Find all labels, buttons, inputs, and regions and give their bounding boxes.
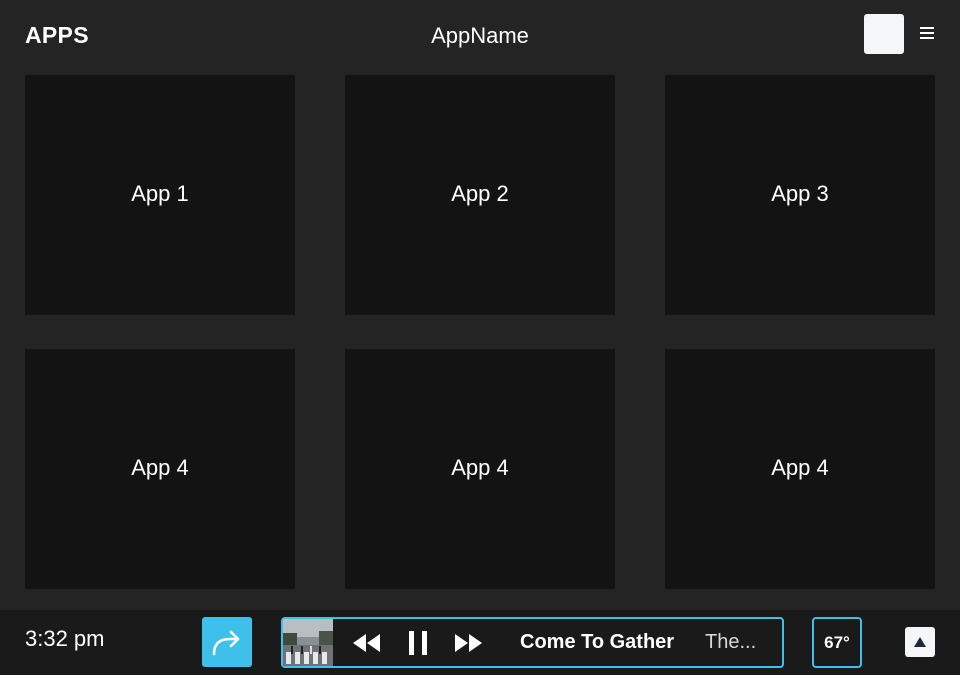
media-player[interactable]: Come To Gather The... <box>281 617 784 668</box>
rewind-button[interactable] <box>351 627 383 659</box>
app-tile-label: App 4 <box>131 454 189 480</box>
temperature-value: 67° <box>824 632 850 652</box>
navigation-button[interactable] <box>202 617 252 667</box>
fast-forward-icon <box>455 634 482 652</box>
app-tile-2[interactable]: App 2 <box>345 75 615 315</box>
app-tile-label: App 3 <box>771 180 829 206</box>
app-tile-5[interactable]: App 4 <box>345 349 615 589</box>
app-tile-6[interactable]: App 4 <box>665 349 935 589</box>
hamburger-menu-icon[interactable] <box>920 27 934 41</box>
app-tile-label: App 1 <box>131 180 189 206</box>
app-tile-3[interactable]: App 3 <box>665 75 935 315</box>
fast-forward-button[interactable] <box>452 627 484 659</box>
album-art <box>283 619 333 666</box>
app-tile-1[interactable]: App 1 <box>25 75 295 315</box>
pause-button[interactable] <box>402 627 434 659</box>
header: APPS AppName <box>0 0 960 70</box>
bottom-status-bar: 3:32 pm Come To Gather The... 67° <box>0 610 960 675</box>
up-triangle-icon <box>914 637 926 647</box>
app-tile-label: App 2 <box>451 180 509 206</box>
app-name-title: AppName <box>431 23 529 48</box>
app-tile-label: App 4 <box>451 454 509 480</box>
expand-up-button[interactable] <box>905 627 935 657</box>
clock: 3:32 pm <box>25 626 105 651</box>
avatar[interactable] <box>864 14 904 54</box>
app-tile-4[interactable]: App 4 <box>25 349 295 589</box>
redo-arrow-icon <box>212 630 240 656</box>
track-title: Come To Gather <box>520 631 675 653</box>
pause-icon <box>409 631 427 655</box>
rewind-icon <box>353 634 380 652</box>
app-tile-label: App 4 <box>771 454 829 480</box>
temperature-badge[interactable]: 67° <box>812 617 862 668</box>
track-artist: The... <box>705 631 757 653</box>
